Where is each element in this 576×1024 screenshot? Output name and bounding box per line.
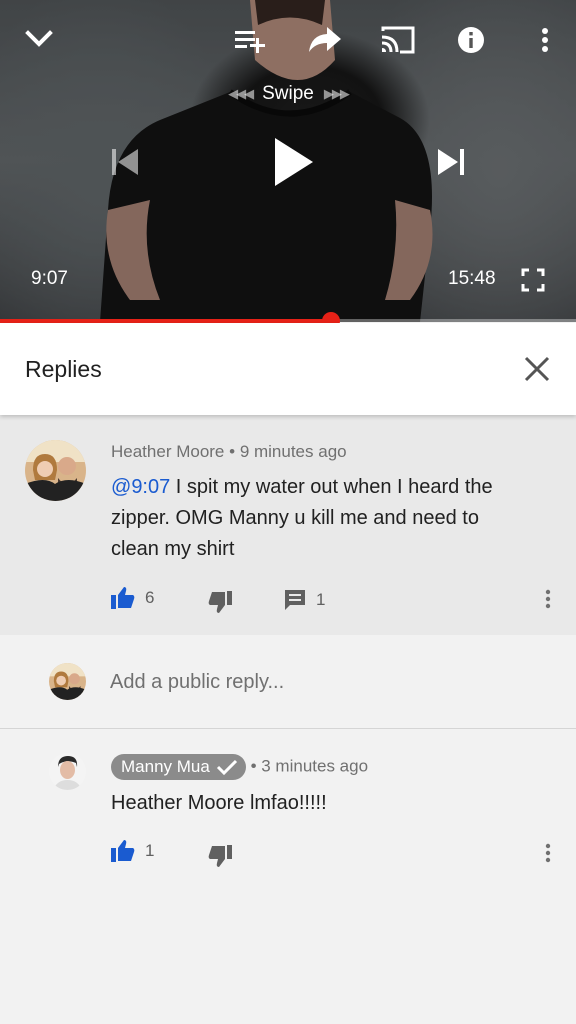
- skip-next-icon[interactable]: [434, 146, 468, 178]
- video-player[interactable]: ◀◀◀ Swipe ▶▶▶ 9:07 15:48: [0, 0, 576, 322]
- meta-separator: •: [229, 442, 236, 461]
- replies-header: Replies: [0, 323, 576, 415]
- timestamp-link[interactable]: 9:07: [131, 476, 170, 498]
- thumb-up-icon[interactable]: [111, 587, 135, 609]
- thumb-down-icon[interactable]: [208, 591, 232, 613]
- avatar[interactable]: [49, 753, 86, 790]
- info-icon[interactable]: [456, 25, 486, 55]
- mention-prefix: @: [111, 476, 132, 498]
- duration: 15:48: [448, 268, 496, 289]
- meta-separator: •: [250, 756, 257, 776]
- author-name[interactable]: Heather Moore: [111, 442, 224, 461]
- thumb-up-icon[interactable]: [111, 840, 135, 862]
- reply-count: 1: [316, 590, 326, 609]
- comment-more-icon[interactable]: [545, 589, 551, 609]
- more-vert-icon[interactable]: [538, 26, 552, 54]
- parent-comment: Heather Moore • 9 minutes ago @9:07 I sp…: [0, 415, 576, 635]
- comment-text: Heather Moore lmfao!!!!!: [111, 792, 327, 814]
- like-action[interactable]: 6: [111, 587, 154, 609]
- like-count: 1: [145, 841, 155, 860]
- fullscreen-icon[interactable]: [521, 268, 545, 292]
- reply-comment: Manny Mua • 3 minutes ago Heather Moore …: [0, 729, 576, 889]
- swipe-label: Swipe: [262, 83, 314, 104]
- reply-input[interactable]: [110, 669, 530, 695]
- swipe-left-arrows: ◀◀◀: [228, 86, 254, 101]
- comment-meta: Heather Moore • 9 minutes ago: [111, 442, 347, 462]
- reply-count-action[interactable]: 1: [284, 589, 325, 611]
- thumb-down-icon[interactable]: [208, 845, 232, 867]
- comment-text: @9:07 I spit my water out when I heard t…: [111, 472, 531, 565]
- close-icon[interactable]: [524, 356, 550, 382]
- timestamp-mention[interactable]: @9:07: [111, 476, 170, 498]
- comment-age: 3 minutes ago: [261, 756, 369, 776]
- comment-age: 9 minutes ago: [239, 442, 347, 461]
- avatar[interactable]: [25, 440, 86, 501]
- dislike-action[interactable]: [208, 591, 232, 613]
- cast-icon[interactable]: [379, 24, 417, 56]
- swipe-hint: ◀◀◀ Swipe ▶▶▶: [210, 82, 366, 106]
- comment-meta: Manny Mua • 3 minutes ago: [111, 754, 368, 780]
- author-name[interactable]: Manny Mua: [121, 757, 210, 777]
- like-action[interactable]: 1: [111, 840, 154, 862]
- dislike-action[interactable]: [208, 845, 232, 867]
- author-chip[interactable]: Manny Mua: [111, 754, 246, 780]
- current-user-avatar: [49, 663, 86, 700]
- swipe-right-arrows: ▶▶▶: [323, 86, 350, 101]
- play-icon[interactable]: [268, 134, 318, 190]
- add-to-queue-icon[interactable]: [232, 26, 268, 54]
- like-count: 6: [145, 588, 155, 607]
- chevron-down-icon[interactable]: [24, 24, 54, 54]
- replies-title: Replies: [25, 356, 102, 382]
- share-icon[interactable]: [306, 24, 344, 54]
- current-time: 9:07: [31, 268, 68, 289]
- comment-more-icon[interactable]: [545, 843, 551, 863]
- verified-check-icon: [216, 759, 237, 775]
- skip-previous-icon[interactable]: [108, 146, 142, 178]
- add-reply-box: [0, 635, 576, 729]
- comment-icon[interactable]: [284, 589, 306, 611]
